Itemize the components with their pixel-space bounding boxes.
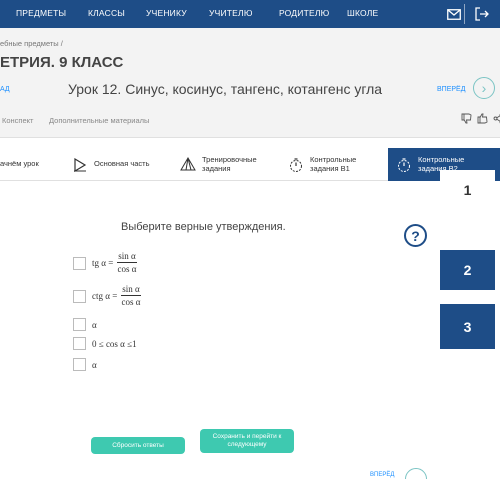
fraction: sin α cos α	[121, 284, 141, 307]
bottom-forward-link[interactable]: ВПЕРЁД	[370, 472, 394, 478]
forward-arrow-icon[interactable]: ›	[473, 77, 495, 99]
question-number-2[interactable]: 2	[440, 250, 495, 290]
timer-icon	[396, 157, 412, 173]
formula: 0 ≤ cos α ≤1	[92, 338, 137, 349]
answer-checkbox[interactable]	[73, 256, 86, 270]
top-nav: ПРЕДМЕТЫ КЛАССЫ УЧЕНИКУ УЧИТЕЛЮ РОДИТЕЛЮ…	[0, 0, 500, 28]
tab-control-b1[interactable]: Контрольные задания В1	[288, 148, 388, 181]
formula: tg α = sin α cos α	[92, 252, 137, 274]
tab-label: ачнём урок	[0, 159, 39, 169]
section-tabs: ачнём урок Основная часть Тренировочные …	[0, 148, 500, 181]
answer-checkbox[interactable]	[73, 318, 86, 331]
formula-lhs: tg α =	[92, 258, 114, 268]
nav-classes[interactable]: КЛАССЫ	[88, 8, 125, 18]
tab-label: Тренировочные задания	[202, 155, 257, 173]
bottom-forward-arrow-icon[interactable]	[405, 468, 427, 479]
denominator: cos α	[117, 264, 137, 274]
tab-training[interactable]: Тренировочные задания	[180, 148, 280, 181]
answer-option: α	[73, 318, 97, 331]
nav-parent[interactable]: РОДИТЕЛЮ	[279, 8, 329, 18]
subnav-extra-materials[interactable]: Дополнительные материалы	[49, 116, 149, 125]
mail-icon[interactable]	[446, 6, 462, 22]
answer-checkbox[interactable]	[73, 289, 86, 303]
formula: α	[92, 359, 97, 370]
reset-answers-button[interactable]: Сбросить ответы	[91, 437, 185, 454]
subnav-summary[interactable]: Конспект	[2, 116, 33, 125]
answer-option: α	[73, 358, 97, 371]
question-prompt: Выберите верные утверждения.	[121, 221, 286, 233]
denominator: cos α	[121, 297, 141, 307]
numerator: sin α	[121, 284, 141, 296]
nav-teacher[interactable]: УЧИТЕЛЮ	[209, 8, 253, 18]
formula-lhs: ctg α =	[92, 291, 118, 301]
fraction: sin α cos α	[117, 251, 137, 274]
formula: α	[92, 319, 97, 330]
back-link[interactable]: АД	[0, 86, 10, 93]
question-number-1[interactable]: 1	[440, 170, 495, 210]
thumbs-down-icon[interactable]	[460, 112, 472, 124]
answer-checkbox[interactable]	[73, 358, 86, 371]
answer-option: 0 ≤ cos α ≤1	[73, 337, 137, 350]
question-number-3[interactable]: 3	[440, 304, 495, 349]
pyramid-icon	[180, 156, 196, 173]
answer-checkbox[interactable]	[73, 337, 86, 350]
tab-start-lesson[interactable]: ачнём урок	[0, 148, 60, 181]
save-next-button[interactable]: Сохранить и перейти к следующему	[200, 429, 294, 453]
subnav-actions	[460, 112, 500, 124]
forward-link[interactable]: ВПЕРЁД	[437, 86, 465, 93]
tab-label: Контрольные задания В1	[310, 155, 357, 173]
share-icon[interactable]	[492, 112, 500, 124]
tab-label: Основная часть	[94, 159, 150, 169]
answer-option: tg α = sin α cos α	[73, 252, 137, 274]
logout-icon[interactable]	[474, 6, 490, 22]
help-button[interactable]: ?	[404, 224, 427, 247]
lesson-title: Урок 12. Синус, косинус, тангенс, котанг…	[68, 81, 383, 97]
breadcrumb[interactable]: ебные предметы /	[0, 39, 63, 48]
nav-school[interactable]: ШКОЛЕ	[347, 8, 378, 18]
answer-option: ctg α = sin α cos α	[73, 285, 141, 307]
play-icon	[72, 157, 88, 173]
formula: ctg α = sin α cos α	[92, 285, 141, 307]
nav-student[interactable]: УЧЕНИКУ	[146, 8, 187, 18]
numerator: sin α	[117, 251, 137, 263]
tab-main-part[interactable]: Основная часть	[72, 148, 172, 181]
thumbs-up-icon[interactable]	[476, 112, 488, 124]
timer-icon	[288, 157, 304, 173]
nav-subjects[interactable]: ПРЕДМЕТЫ	[16, 8, 66, 18]
course-title: ЕТРИЯ. 9 КЛАСС	[0, 54, 124, 71]
nav-divider	[464, 4, 465, 24]
